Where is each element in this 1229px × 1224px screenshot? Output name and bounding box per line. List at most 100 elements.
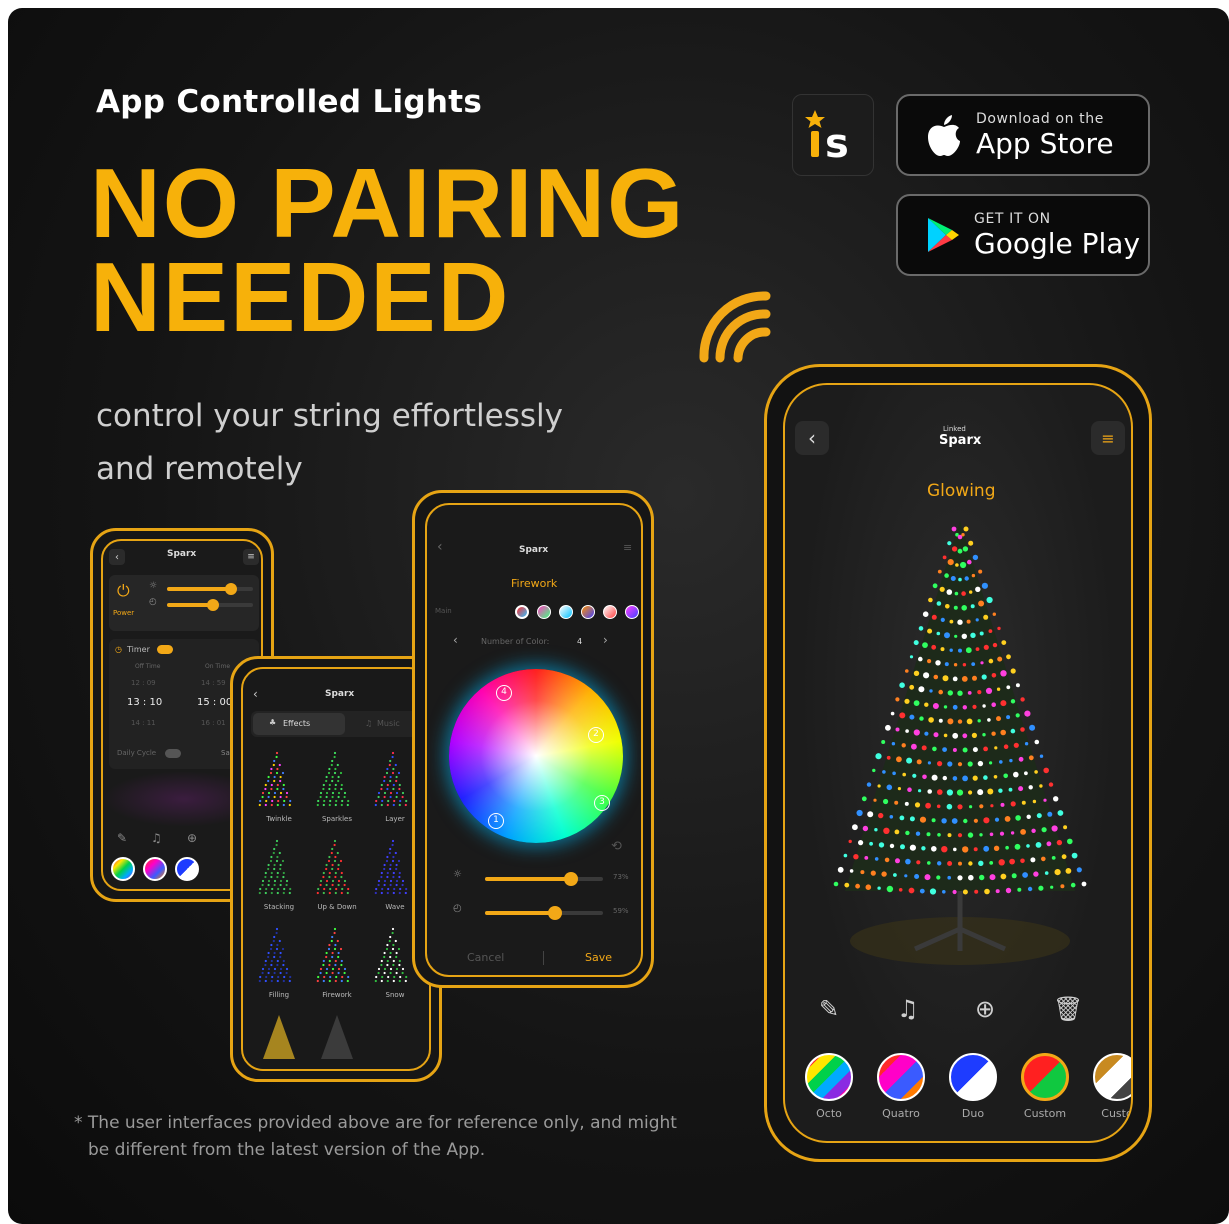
pencil-icon[interactable]: ✎ — [117, 831, 127, 845]
phone-color-screen: ‹ Sparx ≡ Firework Main ‹ Number of Colo… — [425, 503, 643, 977]
cancel-button[interactable]: Cancel — [467, 951, 504, 964]
prev-count-button[interactable]: ‹ — [453, 633, 458, 647]
google-play-badge[interactable]: GET IT ON Google Play — [896, 194, 1150, 276]
back-button[interactable]: ‹ — [109, 549, 125, 565]
mode-title: Glowing — [927, 481, 996, 501]
effect-thumbnail[interactable] — [257, 749, 301, 811]
subheadline-line-1: control your string effortlessly — [96, 398, 563, 434]
app-store-small-text: Download on the — [976, 110, 1104, 127]
color-wheel[interactable] — [449, 669, 623, 843]
effect-thumbnail[interactable] — [315, 837, 359, 899]
timer-toggle[interactable] — [157, 645, 173, 654]
next-count-button[interactable]: › — [603, 633, 608, 647]
clock-icon: ◷ — [115, 645, 122, 654]
apple-icon — [928, 115, 960, 156]
time-b-next: 16 : 01 — [201, 719, 226, 727]
daily-cycle-toggle[interactable] — [165, 749, 181, 758]
main-row-label: Main — [435, 607, 452, 615]
color-marker[interactable]: 2 — [588, 727, 604, 743]
effect-label: Twinkle — [266, 815, 292, 823]
brand-logo: Sparx — [519, 545, 549, 555]
effect-thumbnail[interactable] — [373, 837, 417, 899]
brightness-slider[interactable] — [485, 872, 603, 886]
app-store-big-text: App Store — [976, 126, 1114, 160]
color-marker[interactable]: 1 — [488, 813, 504, 829]
subheadline: control your string effortlessly and rem… — [96, 390, 563, 496]
disclaimer-line-1: * The user interfaces provided above are… — [74, 1113, 677, 1133]
app-store-badge[interactable]: Download on the App Store — [896, 94, 1150, 176]
save-button[interactable]: Save — [585, 951, 612, 964]
back-button[interactable]: ‹ — [795, 421, 829, 455]
swatch-custom[interactable] — [1021, 1053, 1069, 1101]
swatch-label: Custom — [1023, 1107, 1067, 1120]
plus-circle-icon[interactable]: ⊕ — [187, 831, 197, 845]
tab-music[interactable]: Music — [377, 719, 400, 728]
menu-button[interactable]: ≡ — [243, 549, 259, 565]
swatch-custo[interactable] — [1093, 1053, 1131, 1101]
time-a-prev: 12 : 09 — [131, 679, 156, 687]
swatch-quatro[interactable] — [143, 857, 167, 881]
swatch-octo[interactable] — [805, 1053, 853, 1101]
trash-icon[interactable]: 🗑 — [1053, 995, 1083, 1023]
speed-slider[interactable] — [485, 906, 603, 920]
menu-button[interactable]: ≡ — [1091, 421, 1125, 455]
timer-label: Timer — [127, 645, 150, 654]
music-icon: ♫ — [365, 719, 373, 728]
phone-effects: ‹ Sparx ♣ Effects ♫ Music Twinkle Sparkle… — [230, 656, 442, 1082]
brightness-slider[interactable] — [167, 583, 253, 595]
swatch-duo[interactable] — [175, 857, 199, 881]
swatch-label: Octo — [816, 1107, 842, 1120]
speed-icon: ◴ — [149, 597, 157, 607]
swatch-octo[interactable] — [111, 857, 135, 881]
effect-thumbnail[interactable] — [257, 925, 301, 987]
speed-icon: ◴ — [453, 903, 462, 914]
speed-slider[interactable] — [167, 599, 253, 611]
time-a[interactable]: 13 : 10 — [127, 697, 162, 708]
effect-thumbnail[interactable] — [373, 749, 417, 811]
menu-icon[interactable]: ≡ — [623, 541, 632, 554]
headline: NO PAIRING NEEDED — [90, 154, 685, 346]
number-of-color-label: Number of Color: — [481, 637, 550, 646]
swatch-quatro[interactable] — [877, 1053, 925, 1101]
palette-dot[interactable] — [515, 605, 529, 619]
palette-dot[interactable] — [581, 605, 595, 619]
back-button[interactable]: ‹ — [437, 539, 443, 555]
app-logo-icon: s — [805, 110, 849, 163]
time-b[interactable]: 15 : 00 — [197, 697, 232, 708]
brightness-value: 73% — [613, 873, 629, 881]
promo-canvas: App Controlled Lights NO PAIRING NEEDED … — [8, 8, 1229, 1224]
pencil-icon[interactable]: ✎ — [819, 995, 839, 1023]
power-icon[interactable]: ⏻ — [117, 581, 130, 601]
plus-circle-icon[interactable]: ⊕ — [975, 995, 995, 1023]
svg-text:s: s — [825, 121, 849, 163]
brand-small: Linked — [943, 425, 966, 433]
phone-main: ‹ Linked Sparx ≡ Glowing ✎ ♫ ⊕ 🗑 Octo Quatro… — [764, 364, 1152, 1162]
effect-thumbnail[interactable] — [257, 837, 301, 899]
wifi-signal-icon — [699, 291, 771, 363]
google-play-icon — [928, 218, 959, 252]
brightness-icon: ☼ — [149, 581, 158, 591]
effect-thumbnail[interactable] — [315, 925, 359, 987]
tab-effects[interactable]: ♣ Effects — [253, 713, 345, 735]
music-icon[interactable]: ♫ — [151, 831, 162, 845]
app-logo[interactable]: s — [792, 94, 874, 176]
palette-dot[interactable] — [559, 605, 573, 619]
palette-dot[interactable] — [625, 605, 639, 619]
effect-thumbnail[interactable] — [315, 1013, 359, 1061]
effect-thumbnail[interactable] — [373, 925, 417, 987]
swatch-duo[interactable] — [949, 1053, 997, 1101]
color-marker[interactable]: 4 — [496, 685, 512, 701]
palette-dot[interactable] — [603, 605, 617, 619]
speed-value: 59% — [613, 907, 629, 915]
effect-thumbnail[interactable] — [257, 1013, 301, 1061]
effect-thumbnail[interactable] — [315, 749, 359, 811]
time-b-prev: 14 : 59 — [201, 679, 226, 687]
music-icon[interactable]: ♫ — [897, 995, 919, 1023]
swatch-label: Duo — [961, 1107, 985, 1120]
color-marker[interactable]: 3 — [594, 795, 610, 811]
random-icon[interactable]: ⟲ — [611, 839, 622, 854]
back-button[interactable]: ‹ — [253, 687, 258, 701]
effect-label: Stacking — [263, 903, 295, 911]
palette-dot[interactable] — [537, 605, 551, 619]
effects-icon: ♣ — [269, 718, 277, 727]
